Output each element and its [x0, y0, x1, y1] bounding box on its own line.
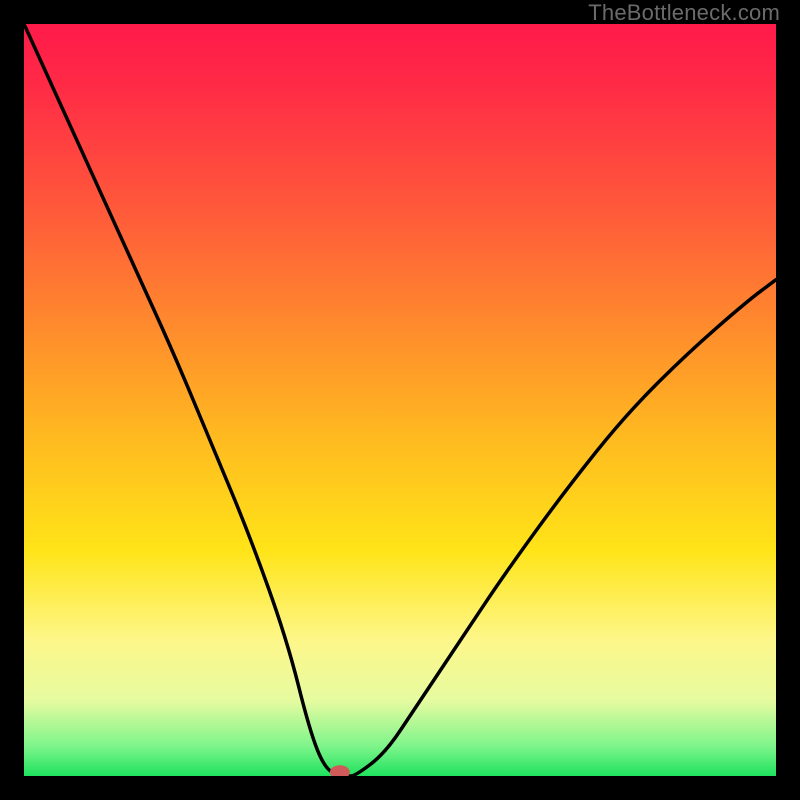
- minimum-marker: [330, 765, 350, 776]
- bottleneck-curve: [24, 24, 776, 776]
- curve-svg: [24, 24, 776, 776]
- watermark-text: TheBottleneck.com: [588, 0, 780, 26]
- outer-frame: TheBottleneck.com: [0, 0, 800, 800]
- plot-area: [24, 24, 776, 776]
